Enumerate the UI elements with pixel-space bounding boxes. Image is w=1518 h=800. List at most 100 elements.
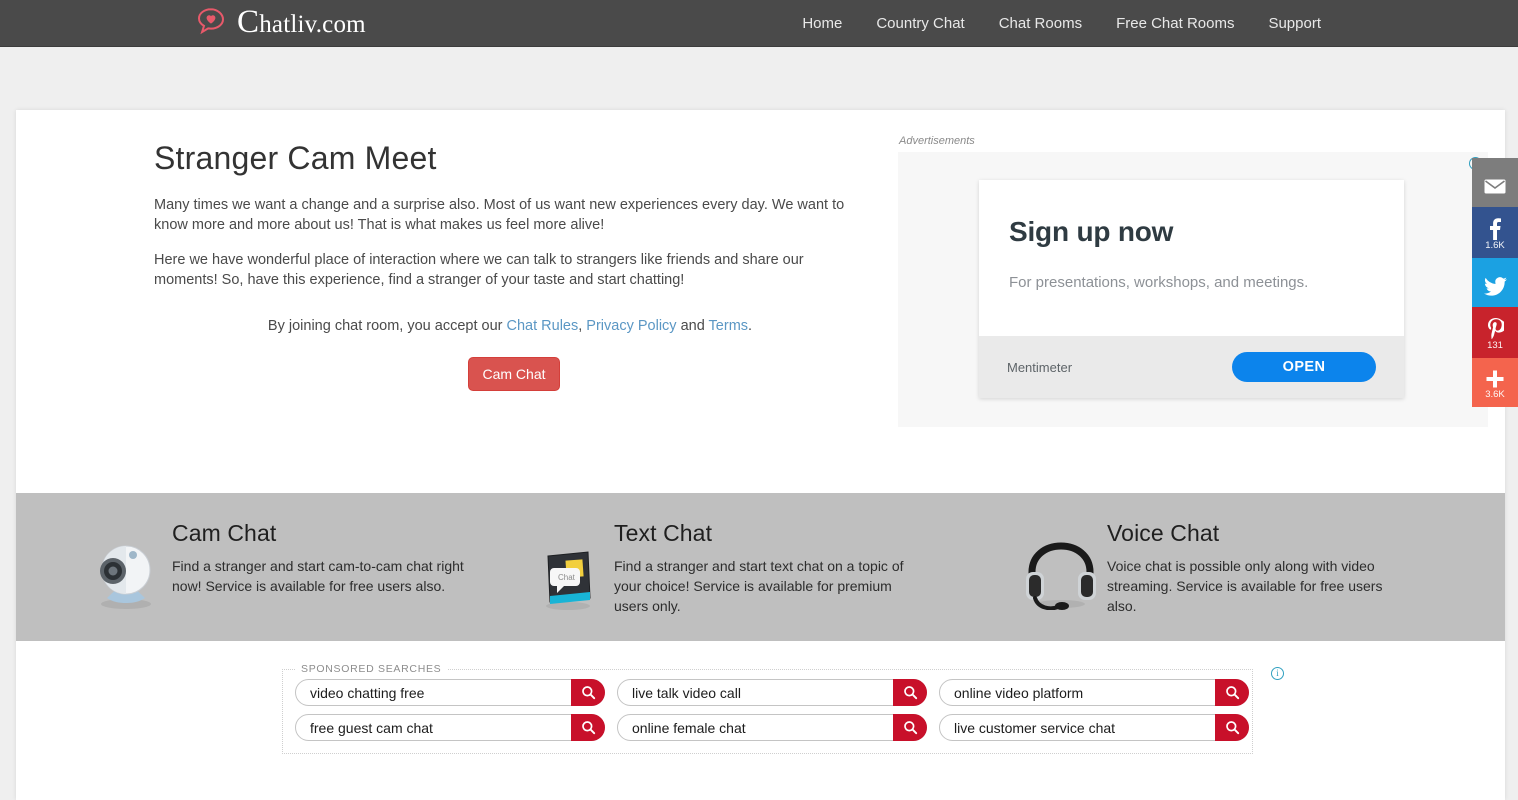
feature-voice-chat: Voice Chat Voice chat is possible only a… xyxy=(1011,518,1491,616)
nav-item-country-chat: Country Chat xyxy=(859,0,981,47)
nav-item-free-chat-rooms: Free Chat Rooms xyxy=(1099,0,1251,47)
envelope-icon xyxy=(1472,179,1518,194)
nav-item-support: Support xyxy=(1251,0,1338,47)
feature-text-chat-desc: Find a stranger and start text chat on a… xyxy=(614,557,904,614)
ad-headline: Sign up now xyxy=(1009,216,1174,247)
feature-cam-chat-title: Cam Chat xyxy=(172,519,277,546)
webcam-icon xyxy=(80,518,172,617)
sponsored-search-item xyxy=(617,679,927,706)
feature-voice-chat-text: Voice Chat Voice chat is possible only a… xyxy=(1107,518,1397,616)
magnifier-icon xyxy=(1225,685,1240,700)
ad-frame: i Sign up now For presentations, worksho… xyxy=(898,152,1488,427)
sponsored-search-input-1[interactable] xyxy=(295,679,605,706)
sponsored-search-input-3[interactable] xyxy=(939,679,1249,706)
headset-icon xyxy=(1015,518,1107,615)
sponsored-search-button-2[interactable] xyxy=(893,679,927,706)
nav-link-chat-rooms[interactable]: Chat Rooms xyxy=(982,0,1099,47)
share-twitter-button[interactable] xyxy=(1472,258,1518,307)
share-facebook-count: 1.6K xyxy=(1485,240,1505,251)
ad-card-body: Sign up now For presentations, workshops… xyxy=(979,180,1404,338)
ad-advertiser-name: Mentimeter xyxy=(1007,359,1073,375)
sponsored-search-item xyxy=(939,714,1249,741)
feature-text-chat-title: Text Chat xyxy=(614,519,713,546)
page-container: Stranger Cam Meet Many times we want a c… xyxy=(16,110,1505,800)
sponsored-search-button-4[interactable] xyxy=(571,714,605,741)
ad-subtitle: For presentations, workshops, and meetin… xyxy=(1009,274,1309,291)
share-more-button[interactable]: 3.6K xyxy=(1472,358,1518,407)
feature-text-chat-text: Text Chat Find a stranger and start text… xyxy=(614,518,914,616)
sponsored-search-input-5[interactable] xyxy=(617,714,927,741)
sponsored-searches-grid xyxy=(283,675,1252,741)
hero-content: Stranger Cam Meet Many times we want a c… xyxy=(154,140,874,391)
pinterest-icon xyxy=(1472,318,1518,340)
hero-paragraph-1: Many times we want a change and a surpri… xyxy=(154,197,845,233)
nav-item-home: Home xyxy=(785,0,859,47)
cam-chat-button[interactable]: Cam Chat xyxy=(468,357,560,391)
main-nav: Home Country Chat Chat Rooms Free Chat R… xyxy=(785,0,1338,47)
hero-paragraph-2: Here we have wonderful place of interact… xyxy=(154,252,804,288)
social-share-rail: 1.6K 131 3.6K xyxy=(1472,158,1518,407)
terms-prefix: By joining chat room, you accept our xyxy=(267,318,507,334)
terms-acceptance-line: By joining chat room, you accept our Cha… xyxy=(154,316,866,336)
facebook-icon xyxy=(1472,218,1518,240)
heart-speech-bubble-icon xyxy=(194,5,228,39)
share-pinterest-button[interactable]: 131 xyxy=(1472,307,1518,358)
sponsored-search-input-6[interactable] xyxy=(939,714,1249,741)
magnifier-icon xyxy=(903,720,918,735)
page-title: Stranger Cam Meet xyxy=(154,140,437,176)
share-facebook-button[interactable]: 1.6K xyxy=(1472,207,1518,258)
sponsored-search-item xyxy=(617,714,927,741)
magnifier-icon xyxy=(1225,720,1240,735)
brand-rest: hatliv.com xyxy=(259,10,366,38)
ad-card-footer: Mentimeter OPEN xyxy=(979,336,1404,398)
sponsored-searches-zone: SPONSORED SEARCHES i xyxy=(16,641,1505,791)
share-pinterest-count: 131 xyxy=(1487,340,1503,351)
feature-cam-chat: Cam Chat Find a stranger and start cam-t… xyxy=(16,518,516,617)
sponsored-search-item xyxy=(295,679,605,706)
sponsored-search-button-6[interactable] xyxy=(1215,714,1249,741)
sponsored-search-item xyxy=(295,714,605,741)
sponsored-search-item xyxy=(939,679,1249,706)
magnifier-icon xyxy=(903,685,918,700)
advertisement-block: Advertisements i Sign up now For present… xyxy=(898,135,1488,427)
sponsored-search-button-3[interactable] xyxy=(1215,679,1249,706)
features-band: Cam Chat Find a stranger and start cam-t… xyxy=(16,493,1505,641)
nav-link-country-chat[interactable]: Country Chat xyxy=(859,0,981,47)
nav-link-home[interactable]: Home xyxy=(785,0,859,47)
terms-sep-2: and xyxy=(676,318,709,334)
brand-logo-link[interactable]: Chatliv.com xyxy=(194,5,366,39)
advertisements-label: Advertisements xyxy=(899,135,975,147)
text-chat-icon: Chat xyxy=(522,518,614,617)
share-email-button[interactable] xyxy=(1472,158,1518,207)
twitter-icon xyxy=(1472,277,1518,296)
top-navbar: Chatliv.com Home Country Chat Chat Rooms… xyxy=(0,0,1518,47)
feature-cam-chat-text: Cam Chat Find a stranger and start cam-t… xyxy=(172,518,472,596)
magnifier-icon xyxy=(581,685,596,700)
privacy-policy-link[interactable]: Privacy Policy xyxy=(586,318,676,334)
magnifier-icon xyxy=(581,720,596,735)
sponsored-search-input-2[interactable] xyxy=(617,679,927,706)
sponsored-info-icon[interactable]: i xyxy=(1271,667,1284,680)
feature-cam-chat-desc: Find a stranger and start cam-to-cam cha… xyxy=(172,557,464,594)
nav-item-chat-rooms: Chat Rooms xyxy=(982,0,1099,47)
sponsored-search-button-1[interactable] xyxy=(571,679,605,706)
sponsored-search-input-4[interactable] xyxy=(295,714,605,741)
feature-voice-chat-desc: Voice chat is possible only along with v… xyxy=(1107,558,1383,614)
brand-initial: C xyxy=(237,3,260,40)
feature-text-chat: Chat Text Chat Find a stranger and start… xyxy=(516,518,1011,617)
chat-rules-link[interactable]: Chat Rules xyxy=(507,318,579,334)
plus-icon xyxy=(1472,369,1518,389)
hero-section: Stranger Cam Meet Many times we want a c… xyxy=(16,110,1505,493)
sponsored-searches-box: SPONSORED SEARCHES i xyxy=(282,663,1284,754)
nav-link-support[interactable]: Support xyxy=(1251,0,1338,47)
terms-suffix: . xyxy=(748,318,753,334)
svg-text:Chat: Chat xyxy=(558,573,576,582)
sponsored-searches-legend: SPONSORED SEARCHES xyxy=(301,663,442,675)
terms-link[interactable]: Terms xyxy=(709,318,748,334)
sponsored-search-button-5[interactable] xyxy=(893,714,927,741)
ad-open-button[interactable]: OPEN xyxy=(1232,352,1376,382)
nav-link-free-chat-rooms[interactable]: Free Chat Rooms xyxy=(1099,0,1251,47)
feature-voice-chat-title: Voice Chat xyxy=(1107,520,1220,546)
brand-name: Chatliv.com xyxy=(237,3,366,40)
ad-card[interactable]: Sign up now For presentations, workshops… xyxy=(979,180,1404,398)
